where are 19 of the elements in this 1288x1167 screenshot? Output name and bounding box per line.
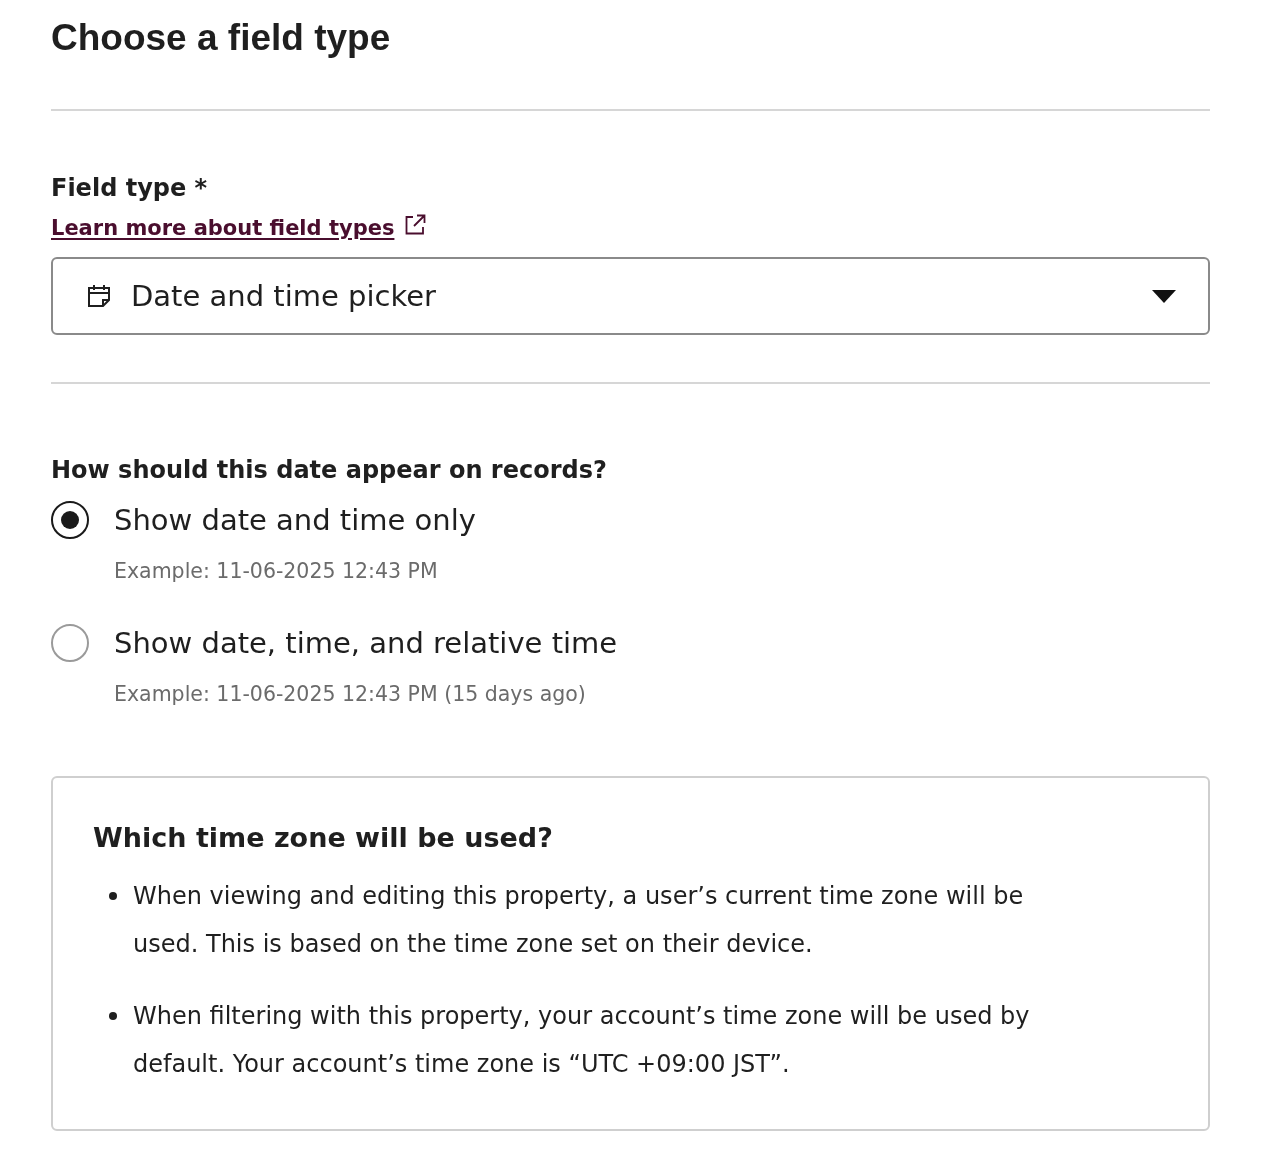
field-type-dropdown[interactable]: Date and time picker [51,257,1210,335]
bullet-icon [109,892,117,900]
field-label: Field type * [51,173,208,204]
question-label: How should this date appear on records? [51,455,607,486]
example-text: Example: 11-06-2025 12:43 PM (15 days ago) [114,681,586,708]
radio-button[interactable] [51,501,89,539]
option-label[interactable]: Show date, time, and relative time [114,624,618,662]
example-text: Example: 11-06-2025 12:43 PM [114,558,438,585]
external-link-icon [404,214,427,236]
info-text: When viewing and editing this property, a user’s current time zone will be used. This is based on the time zone set on their device. [133,881,1025,960]
calendar-icon [86,283,112,309]
page-title: Choose a field type [51,16,391,60]
caret-icon [1152,289,1176,303]
info-title: Which time zone will be used? [93,821,553,855]
info-text: When filtering with this property, your account’s time zone will be used by default. Your account’s time zone is “UTC +09:00 JST”. [133,1001,1031,1080]
option-label[interactable]: Show date and time only [114,501,476,539]
radio-button[interactable] [51,624,89,662]
learn-more-link[interactable]: Learn more about field types [51,214,395,242]
bullet-icon [109,1012,117,1020]
